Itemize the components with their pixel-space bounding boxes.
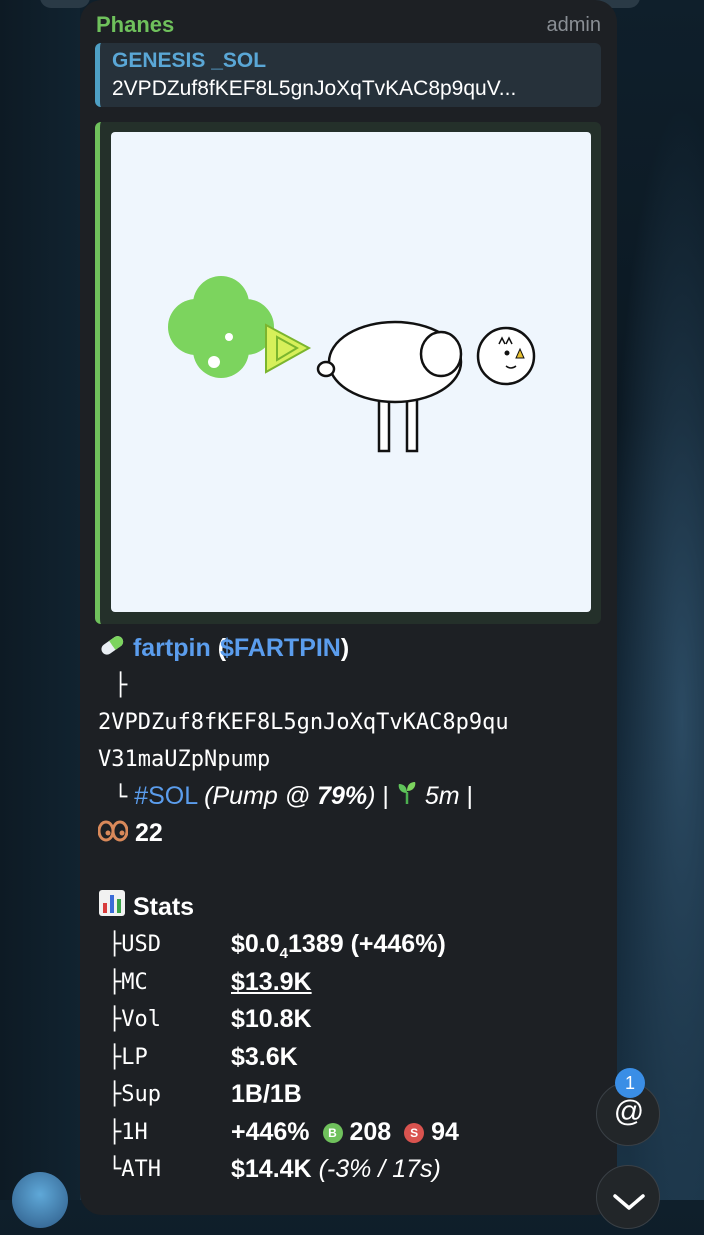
mentions-count-badge: 1: [615, 1068, 645, 1098]
stat-key-mc: MC: [121, 969, 148, 995]
stat-row-lp: ├LP $3.6K: [98, 1039, 607, 1077]
sender-name[interactable]: Phanes: [96, 12, 174, 38]
ath-value: $14.4K: [231, 1155, 312, 1183]
seedling-icon: [396, 779, 418, 816]
stats-title-line: Stats: [98, 889, 607, 926]
message-header: Phanes admin: [96, 12, 601, 40]
preview-image[interactable]: [111, 132, 591, 612]
ticker-link[interactable]: $FARTPIN: [220, 634, 341, 662]
reply-title: GENESIS _SOL: [112, 49, 267, 72]
sell-icon: S: [404, 1122, 425, 1143]
stat-key-usd: USD: [121, 932, 161, 957]
sell-count: 94: [431, 1117, 459, 1146]
message-bubble[interactable]: Phanes admin GENESIS _SOL 2VPDZuf8fKEF8L…: [80, 0, 617, 1215]
ath-change: (-3% / 17s): [318, 1155, 441, 1183]
contract-address-part1[interactable]: 2VPDZuf8fKEF8L5gnJoXqTvKAC8p9qu: [98, 710, 509, 735]
stat-key-vol: Vol: [121, 1007, 161, 1032]
pump-suffix: ): [367, 782, 376, 810]
message-content: fartpin ($FARTPIN) ├ 2VPDZuf8fKEF8L5gnJo…: [97, 630, 607, 1189]
address-line-2[interactable]: V31maUZpNpump: [98, 741, 607, 778]
stat-prefix: ├: [108, 1082, 122, 1107]
chevron-down-icon: [613, 1194, 645, 1210]
bar-chart-icon: [98, 889, 126, 928]
stat-row-sup: ├Sup 1B/1B: [98, 1076, 607, 1114]
buy-icon: B: [322, 1122, 343, 1143]
chain-hashtag[interactable]: #SOL: [134, 782, 197, 810]
creature-body: [316, 320, 536, 453]
stat-key-ath: ATH: [121, 1157, 161, 1182]
fart-cloud-icon: [168, 276, 274, 378]
fartpin-illustration: [168, 276, 536, 453]
tree-branch-line: ├: [98, 667, 607, 704]
sender-role-badge: admin: [546, 14, 601, 36]
background-left: [0, 0, 80, 1200]
top-pill-left: [40, 0, 90, 8]
stat-row-mc: ├MC $13.9K: [98, 964, 607, 1002]
tree-branch: ├: [114, 673, 128, 698]
at-icon: @: [613, 1095, 645, 1128]
stat-prefix: ├: [108, 1007, 122, 1032]
separator: |: [382, 782, 389, 810]
pill-icon: [98, 631, 126, 668]
usd-price-main: $0.0: [231, 930, 280, 958]
stat-row-ath: └ATH $14.4K (-3% / 17s): [98, 1151, 607, 1189]
stat-prefix: ├: [108, 1119, 122, 1145]
ticker-close: ): [340, 634, 350, 662]
buy-count: 208: [349, 1117, 392, 1146]
view-count: 22: [134, 819, 163, 847]
stat-row-vol: ├Vol $10.8K: [98, 1001, 607, 1039]
pump-percent: 79%: [317, 782, 368, 810]
reply-quote[interactable]: GENESIS _SOL 2VPDZuf8fKEF8L5gnJoXqTvKAC8…: [95, 43, 601, 107]
stat-prefix: ├: [108, 1044, 122, 1070]
tree-end: └: [114, 785, 128, 810]
arrow-icon: [265, 323, 312, 374]
usd-price-rest: 1389 (+446%): [288, 930, 446, 958]
stat-prefix: ├: [108, 932, 122, 957]
stat-key-lp: LP: [121, 1044, 148, 1070]
usd-price-zero-count: 4: [279, 945, 289, 962]
stat-row-1h: ├1H +446% B 208 S 94: [98, 1114, 607, 1152]
stat-key-sup: Sup: [121, 1082, 161, 1107]
address-line-1[interactable]: 2VPDZuf8fKEF8L5gnJoXqTvKAC8p9qu: [98, 704, 607, 741]
stat-key-1h: 1H: [121, 1119, 148, 1145]
volume-value: $10.8K: [231, 1005, 312, 1033]
pump-prefix: (Pump @: [204, 782, 318, 810]
stat-prefix: └: [108, 1157, 122, 1182]
separator-2: |: [466, 782, 474, 810]
chain-line: └ #SOL (Pump @ 79%) | 5m |: [98, 778, 607, 815]
market-cap-link[interactable]: $13.9K: [231, 964, 312, 1001]
liquidity-value: $3.6K: [231, 1042, 298, 1071]
reply-text: 2VPDZuf8fKEF8L5gnJoXqTvKAC8p9quV...: [112, 77, 517, 100]
stat-row-usd: ├USD $0.041389 (+446%): [98, 926, 607, 964]
token-title-line: fartpin ($FARTPIN): [98, 630, 607, 667]
stats-title: Stats: [132, 893, 195, 922]
scroll-down-button[interactable]: [596, 1165, 660, 1229]
contract-address-part2[interactable]: V31maUZpNpump: [98, 747, 270, 772]
hour-change-value: +446%: [231, 1117, 310, 1146]
views-line: 22: [97, 815, 607, 853]
avatar[interactable]: [12, 1172, 68, 1228]
token-age: 5m: [424, 782, 460, 810]
stat-prefix: ├: [108, 969, 122, 995]
eyes-icon: [97, 816, 129, 853]
token-name-link[interactable]: fartpin: [133, 634, 211, 662]
link-preview[interactable]: [95, 122, 601, 624]
supply-value: 1B/1B: [231, 1080, 302, 1108]
